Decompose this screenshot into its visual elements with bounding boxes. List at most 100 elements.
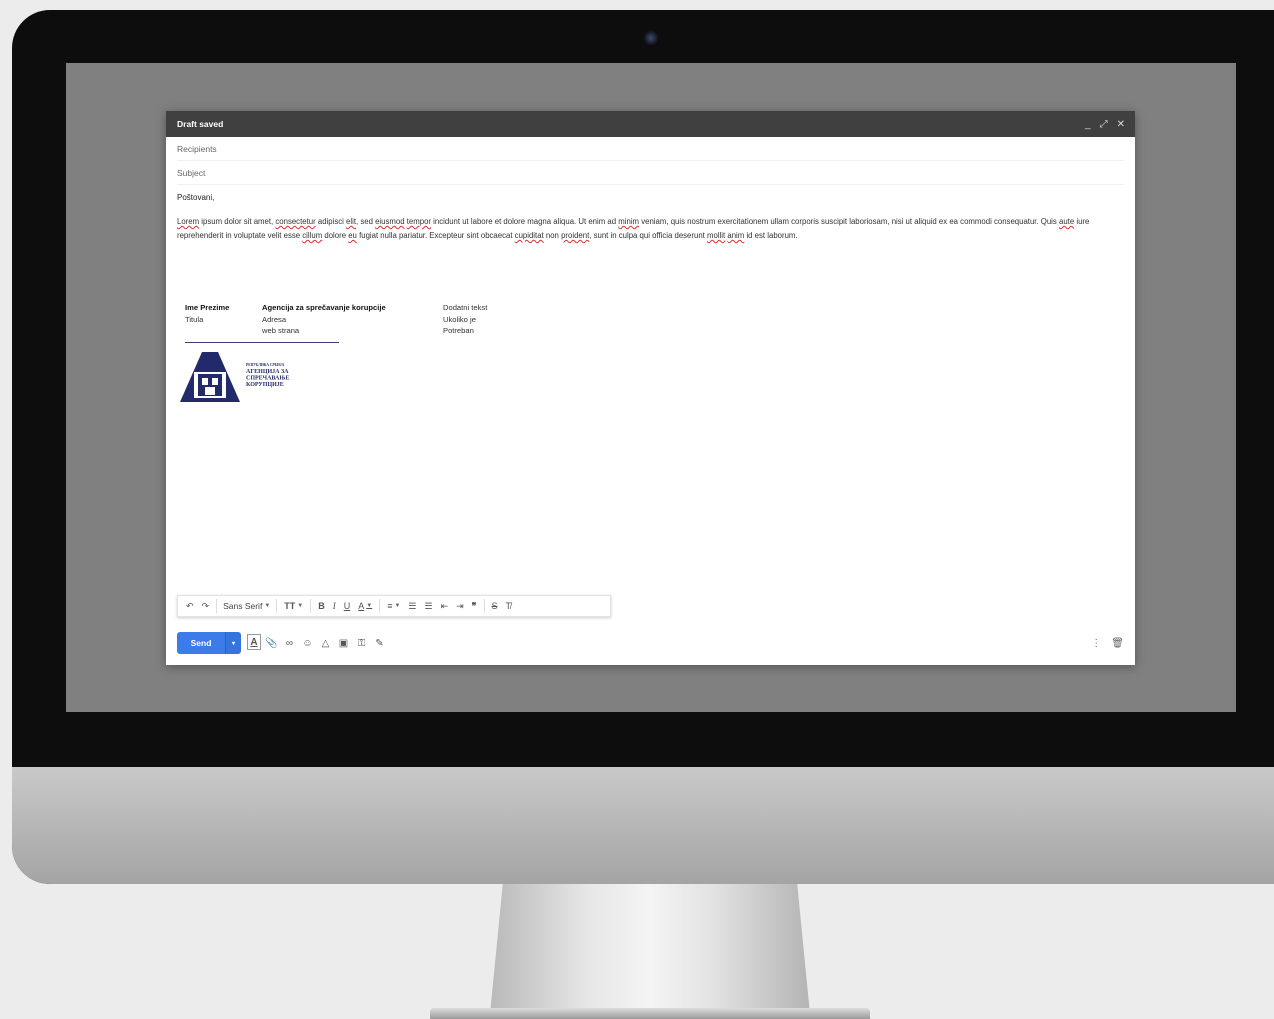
italic-icon[interactable]: I: [329, 596, 340, 616]
monitor-chin: [12, 767, 1274, 884]
spellcheck-word: Lorem: [177, 217, 200, 226]
attach-icon[interactable]: 📎: [264, 634, 279, 652]
send-options-icon[interactable]: ▾: [225, 632, 241, 654]
numbered-list-icon[interactable]: ☰: [404, 596, 420, 616]
drive-icon[interactable]: △: [318, 634, 333, 652]
bold-icon[interactable]: B: [314, 596, 329, 616]
sig-extra: Dodatni tekst Ukoliko je Potreban: [443, 302, 487, 337]
confidential-mode-icon[interactable]: ⚿: [354, 634, 369, 652]
divider: [483, 599, 485, 613]
body-text-run: , sunt in culpa qui officia deserunt: [589, 231, 707, 240]
formatting-options-icon[interactable]: A: [247, 634, 261, 650]
spellcheck-word: mollit: [707, 231, 726, 240]
screen: Draft saved _ ⤢ ✕ Recipients Subject Poš…: [66, 63, 1236, 712]
text-color-select[interactable]: A ▼: [354, 596, 376, 616]
spellcheck-word: consectetur: [275, 217, 316, 226]
divider: [276, 599, 278, 613]
spellcheck-word: eiusmod: [375, 217, 405, 226]
body-text-run: veniam, quis nostrum exercitationem ulla…: [639, 217, 1059, 226]
body-text-run: dolore: [322, 231, 349, 240]
sig-title: Titula: [185, 314, 204, 324]
align-icon: ≡: [387, 601, 393, 611]
sig-name: Ime Prezime: [185, 303, 230, 312]
sig-web: web strana: [262, 326, 300, 335]
sig-divider: [185, 342, 339, 343]
message-body[interactable]: Poštovani, Lorem ipsum dolor sit amet, c…: [166, 193, 1135, 243]
spellcheck-word: tempor: [406, 217, 432, 226]
divider: [310, 599, 312, 613]
webcam: [643, 30, 659, 46]
body-text-run: id est laborum.: [744, 231, 798, 240]
spellcheck-word: elit: [346, 217, 356, 226]
logo-line-1: РЕПУБЛИКА СРБИЈА: [246, 363, 285, 367]
emoji-icon[interactable]: ☺: [300, 634, 315, 652]
signature-icon[interactable]: ✎: [372, 634, 387, 652]
body-text-run: ipsum dolor sit amet,: [199, 217, 276, 226]
recipients-field[interactable]: Recipients: [177, 137, 1124, 161]
monitor-stand-base: [430, 1008, 870, 1019]
align-select[interactable]: ≡ ▼: [383, 596, 404, 616]
remove-formatting-icon[interactable]: T̸: [502, 596, 516, 616]
spellcheck-word: cupiditat: [514, 231, 544, 240]
body-paragraph: Lorem ipsum dolor sit amet, consectetur …: [177, 215, 1124, 243]
logo-line-3: СПРЕЧАВАЊЕ: [246, 376, 289, 382]
underline-icon[interactable]: U: [340, 596, 355, 616]
body-text-run: non: [543, 231, 562, 240]
compose-titlebar: Draft saved _ ⤢ ✕: [166, 111, 1135, 137]
body-text-run: incidunt ut labore et dolore magna aliqu…: [431, 217, 619, 226]
expand-icon[interactable]: ⤢: [1100, 119, 1108, 130]
font-family-label: Sans Serif: [223, 601, 263, 611]
sig-org: Agencija za sprečavanje korupcije: [262, 303, 386, 312]
divider: [216, 599, 218, 613]
compose-actions: Send ▾ A 📎 ∞ ☺ △ ▣ ⚿ ✎ ⋮ 🗑: [177, 631, 1124, 655]
minimize-icon[interactable]: _: [1085, 119, 1091, 130]
font-size-select[interactable]: TT ▼: [280, 596, 307, 616]
link-icon[interactable]: ∞: [282, 634, 297, 652]
formatting-toolbar: ↶ ↷ Sans Serif ▼ TT ▼ B I U A ▼ ≡ ▼ ☰ ☰ ⇤ ⇥ …: [177, 595, 611, 617]
body-text-run: fugiat nulla pariatur. Excepteur sint ob…: [356, 231, 515, 240]
greeting: Poštovani,: [177, 193, 215, 202]
strikethrough-icon[interactable]: S: [488, 596, 502, 616]
sig-organization: Agencija za sprečavanje korupcije Adresa…: [262, 302, 386, 337]
text-color-icon: A: [358, 601, 365, 611]
font-size-icon: TT: [284, 601, 296, 611]
photo-icon[interactable]: ▣: [336, 634, 351, 652]
compose-more-actions: ⋮ 🗑: [1091, 638, 1124, 649]
chevron-down-icon: ▼: [297, 603, 304, 609]
close-icon[interactable]: ✕: [1117, 119, 1125, 130]
logo-line-4: КОРУПЦИЈЕ: [246, 382, 284, 388]
spellcheck-word: anim: [727, 231, 745, 240]
send-button-group: Send ▾: [177, 632, 241, 654]
sig-address: Adresa: [262, 314, 287, 324]
body-text-run: adipisci: [315, 217, 347, 226]
spellcheck-word: eu: [348, 231, 357, 240]
redo-icon[interactable]: ↷: [198, 596, 214, 616]
spellcheck-word: aute: [1058, 217, 1075, 226]
divider: [379, 599, 381, 613]
spellcheck-word: cillum: [302, 231, 323, 240]
trash-icon[interactable]: 🗑: [1111, 638, 1124, 649]
chevron-down-icon: ▼: [366, 603, 373, 609]
undo-icon[interactable]: ↶: [182, 596, 198, 616]
window-controls: _ ⤢ ✕: [1085, 119, 1125, 130]
font-family-select[interactable]: Sans Serif ▼: [220, 596, 273, 616]
more-options-icon[interactable]: ⋮: [1091, 638, 1101, 649]
subject-field[interactable]: Subject: [177, 161, 1124, 185]
spellcheck-word: minim: [618, 217, 640, 226]
indent-more-icon[interactable]: ⇥: [452, 596, 468, 616]
monitor-stand: [490, 884, 810, 1014]
draft-status: Draft saved: [177, 119, 224, 129]
bulleted-list-icon[interactable]: ☰: [420, 596, 436, 616]
compose-window: Draft saved _ ⤢ ✕ Recipients Subject Poš…: [166, 111, 1135, 665]
agency-logo: РЕПУБЛИКА СРБИЈА АГЕНЦИЈА ЗА СПРЕЧАВАЊЕ …: [180, 352, 289, 402]
send-button[interactable]: Send: [177, 632, 225, 654]
spellcheck-word: proident: [561, 231, 590, 240]
chevron-down-icon: ▼: [264, 603, 271, 609]
quote-icon[interactable]: ❞: [468, 596, 481, 616]
indent-less-icon[interactable]: ⇤: [437, 596, 453, 616]
body-text-run: , sed: [356, 217, 376, 226]
monitor-frame: Draft saved _ ⤢ ✕ Recipients Subject Poš…: [12, 10, 1274, 884]
sig-extra-3: Potreban: [443, 326, 474, 335]
sig-person: Ime Prezime Titula: [185, 302, 229, 325]
sig-extra-2: Ukoliko je: [443, 314, 476, 324]
